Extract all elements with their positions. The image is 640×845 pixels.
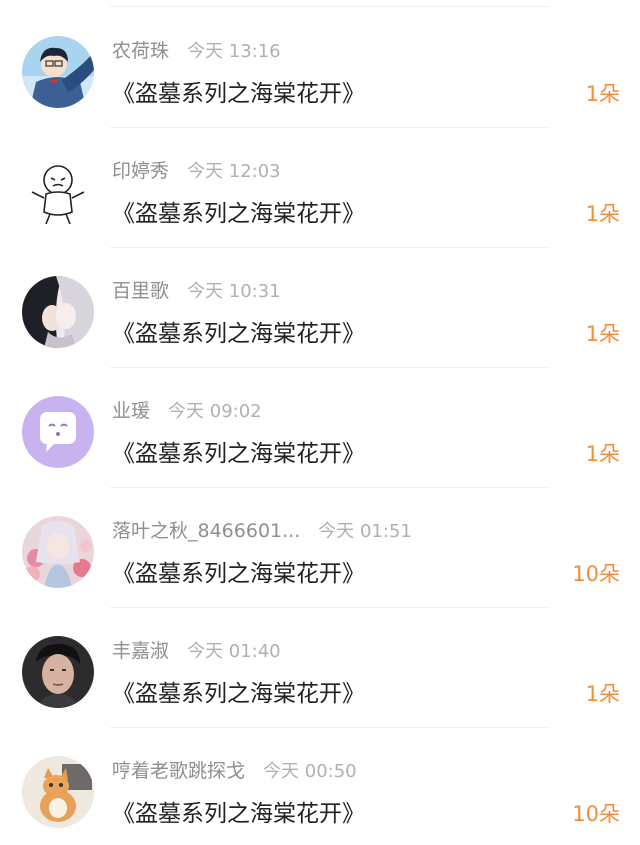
timestamp: 今天 01:51: [318, 521, 412, 542]
timestamp: 今天 09:02: [168, 401, 262, 422]
user-name[interactable]: 落叶之秋_8466601...: [112, 520, 300, 542]
book-title[interactable]: 《盗墓系列之海棠花开》: [112, 194, 365, 228]
item-meta: 印婷秀 今天 12:03: [112, 156, 281, 184]
user-name[interactable]: 丰嘉淑: [112, 640, 169, 662]
flower-count: 10朵: [572, 562, 620, 586]
list-item[interactable]: 百里歌 今天 10:31 《盗墓系列之海棠花开》 1朵: [0, 248, 640, 368]
flower-count: 10朵: [572, 802, 620, 826]
flower-count: 1朵: [585, 82, 620, 106]
flower-count: 1朵: [585, 682, 620, 706]
boy-photo-avatar[interactable]: [22, 636, 94, 708]
user-name[interactable]: 百里歌: [112, 280, 169, 302]
item-meta: 哼着老歌跳探戈 今天 00:50: [112, 756, 357, 784]
flower-count: 1朵: [585, 322, 620, 346]
book-title[interactable]: 《盗墓系列之海棠花开》: [112, 314, 365, 348]
cat-photo-avatar[interactable]: [22, 756, 94, 828]
sketch-baby-avatar[interactable]: [22, 156, 94, 228]
anime-couple-avatar[interactable]: [22, 276, 94, 348]
user-name[interactable]: 农荷珠: [112, 40, 169, 62]
book-title[interactable]: 《盗墓系列之海棠花开》: [112, 434, 365, 468]
gift-record-list: 农荷珠 今天 13:16 《盗墓系列之海棠花开》 1朵 印婷秀 今天 12:03 《…: [0, 0, 640, 845]
item-meta: 百里歌 今天 10:31: [112, 276, 281, 304]
item-meta: 落叶之秋_8466601... 今天 01:51: [112, 516, 412, 544]
book-title[interactable]: 《盗墓系列之海棠花开》: [112, 674, 365, 708]
list-item[interactable]: 业瑗 今天 09:02 《盗墓系列之海棠花开》 1朵: [0, 368, 640, 488]
chat-bubble-avatar[interactable]: [22, 396, 94, 468]
flower-count: 1朵: [585, 202, 620, 226]
book-title[interactable]: 《盗墓系列之海棠花开》: [112, 554, 365, 588]
book-title[interactable]: 《盗墓系列之海棠花开》: [112, 794, 365, 828]
top-divider: [110, 6, 550, 7]
list-item[interactable]: 农荷珠 今天 13:16 《盗墓系列之海棠花开》 1朵: [0, 8, 640, 128]
timestamp: 今天 00:50: [263, 761, 357, 782]
user-name[interactable]: 哼着老歌跳探戈: [112, 760, 245, 782]
timestamp: 今天 12:03: [187, 161, 281, 182]
timestamp: 今天 13:16: [187, 41, 281, 62]
flower-girl-avatar[interactable]: [22, 516, 94, 588]
user-name[interactable]: 业瑗: [112, 400, 150, 422]
list-item[interactable]: 印婷秀 今天 12:03 《盗墓系列之海棠花开》 1朵: [0, 128, 640, 248]
anime-boy-avatar[interactable]: [22, 36, 94, 108]
user-name[interactable]: 印婷秀: [112, 160, 169, 182]
item-meta: 业瑗 今天 09:02: [112, 396, 262, 424]
timestamp: 今天 01:40: [187, 641, 281, 662]
item-meta: 丰嘉淑 今天 01:40: [112, 636, 281, 664]
item-meta: 农荷珠 今天 13:16: [112, 36, 281, 64]
book-title[interactable]: 《盗墓系列之海棠花开》: [112, 74, 365, 108]
timestamp: 今天 10:31: [187, 281, 281, 302]
list-item[interactable]: 哼着老歌跳探戈 今天 00:50 《盗墓系列之海棠花开》 10朵: [0, 728, 640, 845]
list-item[interactable]: 落叶之秋_8466601... 今天 01:51 《盗墓系列之海棠花开》 10朵: [0, 488, 640, 608]
list-item[interactable]: 丰嘉淑 今天 01:40 《盗墓系列之海棠花开》 1朵: [0, 608, 640, 728]
flower-count: 1朵: [585, 442, 620, 466]
